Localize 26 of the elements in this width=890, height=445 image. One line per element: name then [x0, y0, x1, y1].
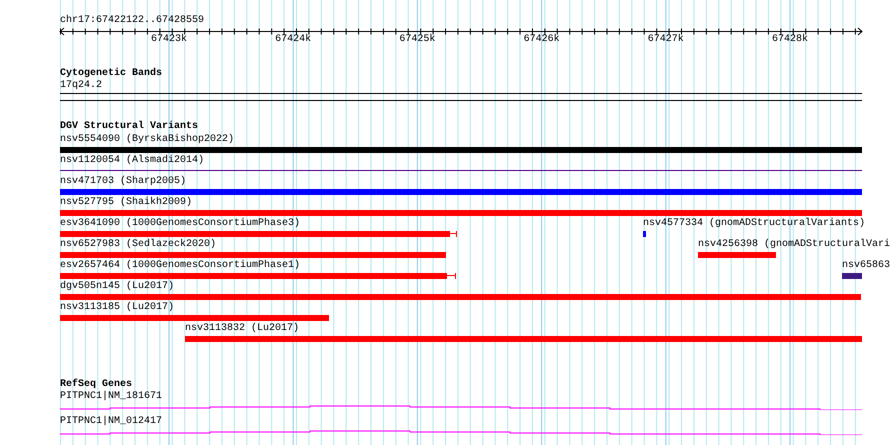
scale-tick-label: 67423k: [151, 34, 187, 46]
variant-label[interactable]: esv2657464 (1000GenomesConsortiumPhase1): [60, 260, 300, 272]
scale-tick-label: 67428k: [772, 34, 808, 46]
gene-label[interactable]: PITPNC1|NM_012417: [60, 416, 162, 428]
variant-label[interactable]: nsv3113832 (Lu2017): [185, 323, 300, 335]
variant-label[interactable]: nsv527795 (Shaikh2009): [60, 197, 192, 209]
variant-label[interactable]: nsv4256398 (gnomADStructuralVari: [698, 239, 890, 251]
scale-tick-label: 67424k: [275, 34, 312, 46]
track-title: Cytogenetic Bands: [60, 68, 162, 80]
variant-label[interactable]: nsv471703 (Sharp2005): [60, 176, 186, 188]
band-label: 17q24.2: [60, 80, 102, 92]
variant-label[interactable]: nsv3113185 (Lu2017): [60, 302, 174, 314]
variant-label[interactable]: nsv4577334 (gnomADStructuralVariants): [643, 218, 866, 230]
variant-label[interactable]: nsv1120054 (Alsmadi2014): [60, 155, 204, 167]
gene-label[interactable]: PITPNC1|NM_181671: [60, 391, 162, 403]
scale-tick-label: 67427k: [648, 34, 684, 46]
variant-label[interactable]: esv3641090 (1000GenomesConsortiumPhase3): [60, 218, 300, 230]
track-title: DGV Structural Variants: [60, 121, 198, 133]
variant-label[interactable]: nsv6527983 (Sedlazeck2020): [60, 239, 216, 251]
location-label: chr17:67422122..67428559: [60, 15, 204, 27]
variant-label[interactable]: nsv65863: [842, 260, 890, 272]
track-title: RefSeq Genes: [60, 379, 132, 390]
variant-label[interactable]: dgv505n145 (Lu2017): [60, 281, 174, 293]
scale-tick-label: 67425k: [399, 34, 436, 46]
scale-tick-label: 67426k: [524, 34, 560, 46]
variant-label[interactable]: nsv5554090 (ByrskaBishop2022): [60, 134, 234, 146]
